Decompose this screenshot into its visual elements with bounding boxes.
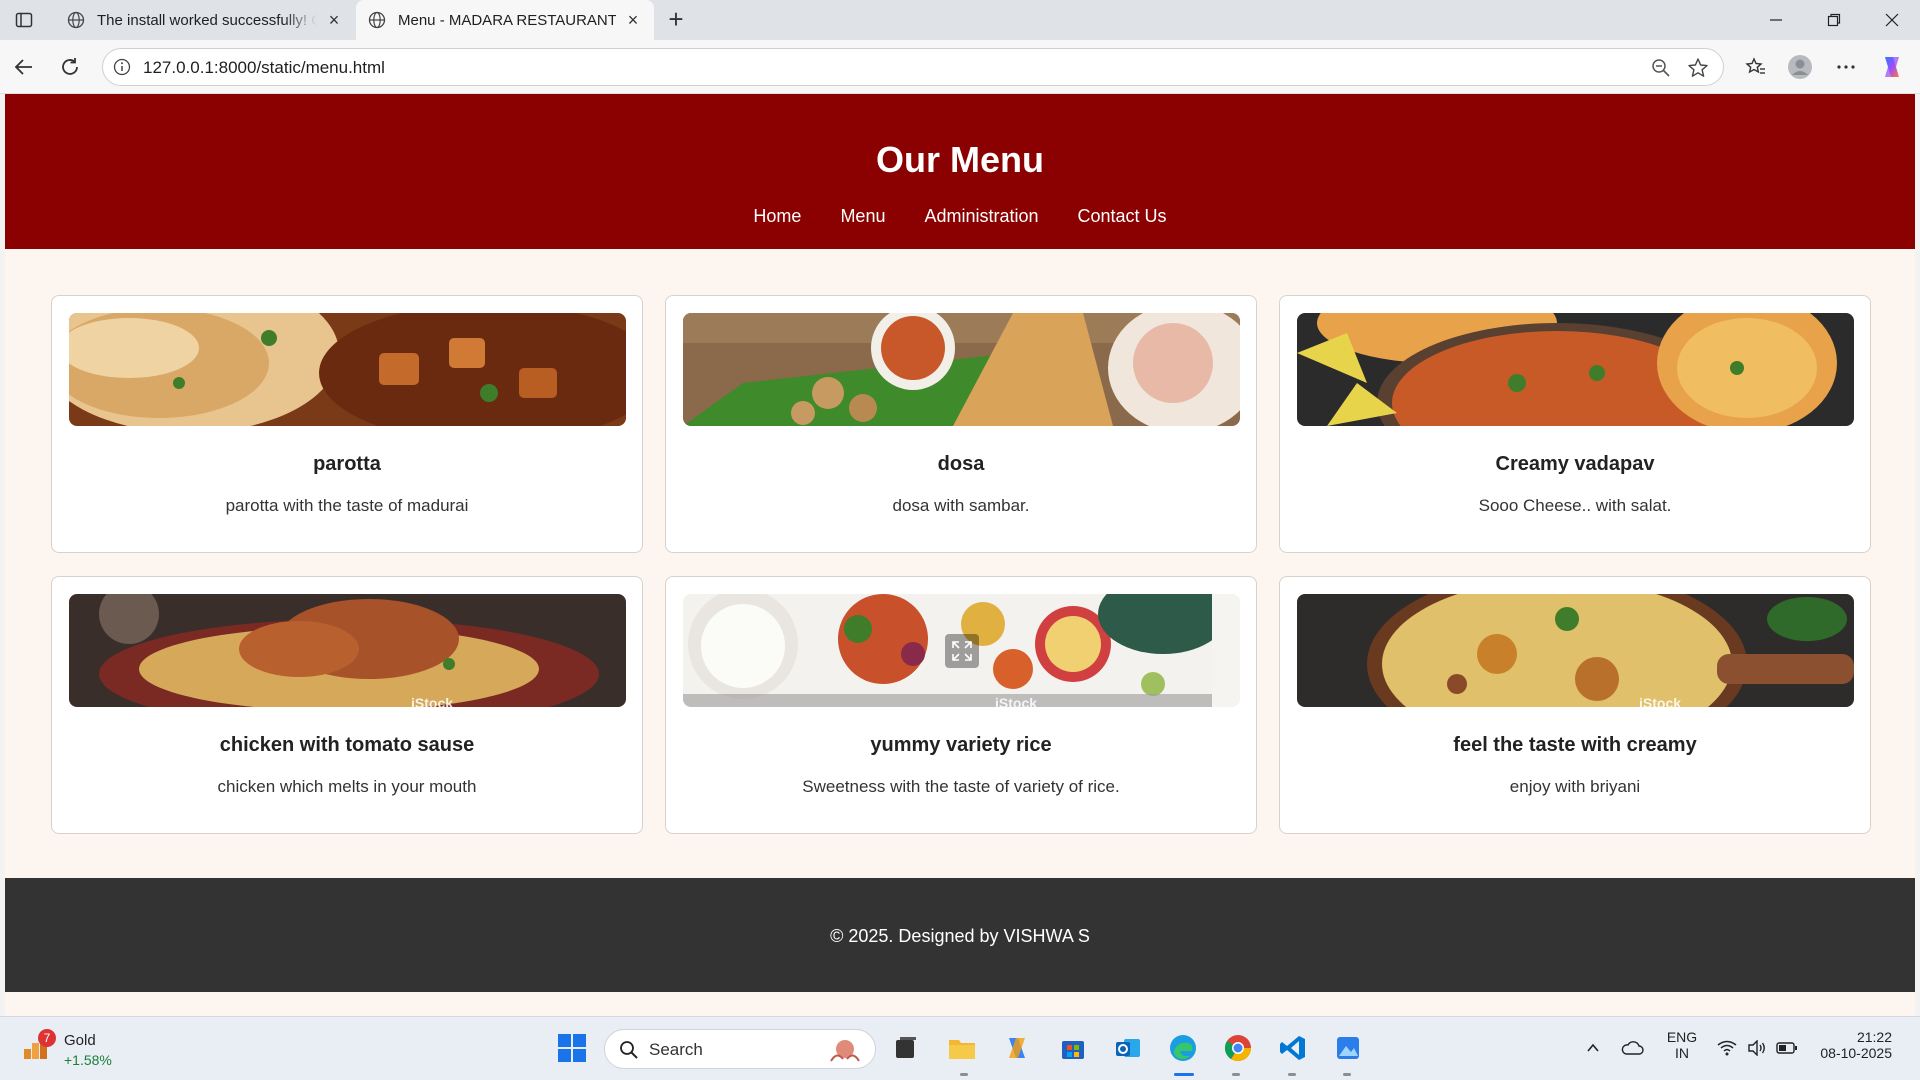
expand-icon[interactable] — [945, 634, 979, 668]
site-header: Our Menu Home Menu Administration Contac… — [5, 94, 1915, 249]
volume-icon[interactable] — [1740, 1031, 1774, 1065]
info-icon[interactable] — [113, 58, 131, 76]
site-nav: Home Menu Administration Contact Us — [5, 206, 1915, 227]
gold-price-widget[interactable]: 7 Gold +1.58% — [22, 1027, 132, 1073]
favorites-icon[interactable] — [1742, 53, 1770, 81]
menu-card: iStock chicken with tomato sause chicken… — [51, 576, 643, 834]
menu-item-description: Sooo Cheese.. with salat. — [1478, 496, 1672, 515]
menu-card: dosa dosa with sambar. — [665, 295, 1257, 553]
refresh-icon[interactable] — [56, 53, 84, 81]
profile-avatar-icon[interactable] — [1786, 53, 1814, 81]
food-image-vadapav — [1297, 313, 1854, 426]
running-indicator — [1288, 1073, 1296, 1076]
footer-text: © 2025. Designed by VISHWA S — [830, 926, 1090, 946]
clock[interactable]: 21:22 08-10-2025 — [1812, 1029, 1892, 1061]
active-app-indicator — [1174, 1073, 1194, 1076]
watermark-text: iStock — [411, 695, 454, 707]
tab-menu[interactable]: Menu - MADARA RESTAURANTS × — [356, 0, 654, 40]
menu-item-name: parotta — [313, 453, 381, 475]
search-placeholder: Search — [649, 1040, 703, 1059]
menu-item-name: yummy variety rice — [870, 734, 1052, 756]
menu-card: iStock feel the taste with creamy enjoy … — [1279, 576, 1871, 834]
notification-badge: 7 — [38, 1029, 56, 1047]
battery-icon[interactable] — [1770, 1031, 1804, 1065]
more-options-icon[interactable] — [1832, 53, 1860, 81]
windows-start-icon[interactable] — [555, 1031, 589, 1065]
tab-title: Menu - MADARA RESTAURANTS — [398, 11, 616, 29]
region-code: IN — [1675, 1045, 1689, 1061]
vscode-icon[interactable] — [1276, 1031, 1310, 1065]
globe-icon — [368, 11, 386, 29]
language-code: ENG — [1666, 1029, 1698, 1045]
copilot-icon[interactable] — [1878, 53, 1906, 81]
web-page: Our Menu Home Menu Administration Contac… — [5, 94, 1915, 1016]
chevron-up-icon[interactable] — [1576, 1031, 1610, 1065]
chrome-icon[interactable] — [1221, 1031, 1255, 1065]
food-image-briyani: iStock — [1297, 594, 1854, 707]
clock-date: 08-10-2025 — [1820, 1045, 1892, 1061]
running-indicator — [1343, 1073, 1351, 1076]
search-icon — [620, 1041, 638, 1059]
food-image-variety-rice: iStock — [683, 594, 1240, 707]
address-bar[interactable]: 127.0.0.1:8000/static/menu.html — [102, 48, 1724, 86]
running-indicator — [960, 1073, 968, 1076]
taskbar: 7 Gold +1.58% Search ENG IN 21:22 08-10-… — [0, 1016, 1920, 1080]
url-text: 127.0.0.1:8000/static/menu.html — [143, 58, 385, 77]
menu-card: parotta parotta with the taste of madura… — [51, 295, 643, 553]
outlook-icon[interactable] — [1111, 1031, 1145, 1065]
nav-link-contact-us[interactable]: Contact Us — [1078, 206, 1167, 227]
copilot-app-icon[interactable] — [1000, 1031, 1034, 1065]
minimize-button[interactable] — [1748, 0, 1804, 40]
food-image-chicken: iStock — [69, 594, 626, 707]
menu-item-name: dosa — [937, 453, 985, 475]
browser-toolbar: 127.0.0.1:8000/static/menu.html — [0, 40, 1920, 94]
menu-item-name: feel the taste with creamy — [1453, 734, 1697, 756]
menu-item-name: chicken with tomato sause — [219, 734, 475, 756]
menu-item-description: enjoy with briyani — [1509, 777, 1641, 796]
menu-card: iStock yummy variety rice Sweetness with… — [665, 576, 1257, 834]
wifi-icon[interactable] — [1710, 1031, 1744, 1065]
close-icon[interactable]: × — [624, 11, 642, 29]
menu-item-description: parotta with the taste of madurai — [225, 496, 469, 515]
watermark-text: iStock — [995, 695, 1038, 707]
close-window-button[interactable] — [1864, 0, 1920, 40]
widget-change: +1.58% — [64, 1052, 112, 1068]
onedrive-cloud-icon[interactable] — [1615, 1031, 1649, 1065]
restore-button[interactable] — [1806, 0, 1862, 40]
file-explorer-icon[interactable] — [945, 1031, 979, 1065]
menu-item-name: Creamy vadapav — [1495, 453, 1655, 475]
clock-time: 21:22 — [1856, 1029, 1892, 1045]
language-indicator[interactable]: ENG IN — [1662, 1029, 1702, 1061]
food-image-dosa — [683, 313, 1240, 426]
menu-item-description: dosa with sambar. — [892, 496, 1030, 515]
search-highlight-icon — [830, 1040, 860, 1062]
back-arrow-icon[interactable] — [10, 53, 38, 81]
task-view-icon[interactable] — [889, 1031, 923, 1065]
photos-app-icon[interactable] — [1331, 1031, 1365, 1065]
nav-link-administration[interactable]: Administration — [924, 206, 1038, 227]
running-indicator — [1232, 1073, 1240, 1076]
close-icon[interactable]: × — [325, 11, 343, 29]
page-title: Our Menu — [876, 139, 1044, 180]
watermark-text: iStock — [1639, 695, 1682, 707]
taskbar-search[interactable]: Search — [604, 1029, 876, 1069]
tab-title: The install worked successfully! Congrat… — [97, 11, 317, 29]
menu-item-description: chicken which melts in your mouth — [217, 777, 477, 796]
food-image-parotta — [69, 313, 626, 426]
favorite-star-icon[interactable] — [1687, 57, 1709, 79]
tab-strip: The install worked successfully! Congrat… — [0, 0, 1920, 40]
menu-card: Creamy vadapav Sooo Cheese.. with salat. — [1279, 295, 1871, 553]
zoom-out-icon[interactable] — [1651, 58, 1671, 78]
widget-name: Gold — [64, 1032, 96, 1049]
edge-browser-icon[interactable] — [1166, 1031, 1200, 1065]
sidebar-toggle-icon[interactable] — [12, 8, 36, 32]
tab-install-success[interactable]: The install worked successfully! Congrat… — [55, 0, 355, 40]
site-footer: © 2025. Designed by VISHWA S — [5, 878, 1915, 992]
menu-item-description: Sweetness with the taste of variety of r… — [802, 777, 1120, 796]
nav-link-home[interactable]: Home — [753, 206, 801, 227]
globe-icon — [67, 11, 85, 29]
nav-link-menu[interactable]: Menu — [840, 206, 885, 227]
new-tab-button[interactable]: + — [662, 6, 690, 34]
microsoft-store-icon[interactable] — [1056, 1031, 1090, 1065]
